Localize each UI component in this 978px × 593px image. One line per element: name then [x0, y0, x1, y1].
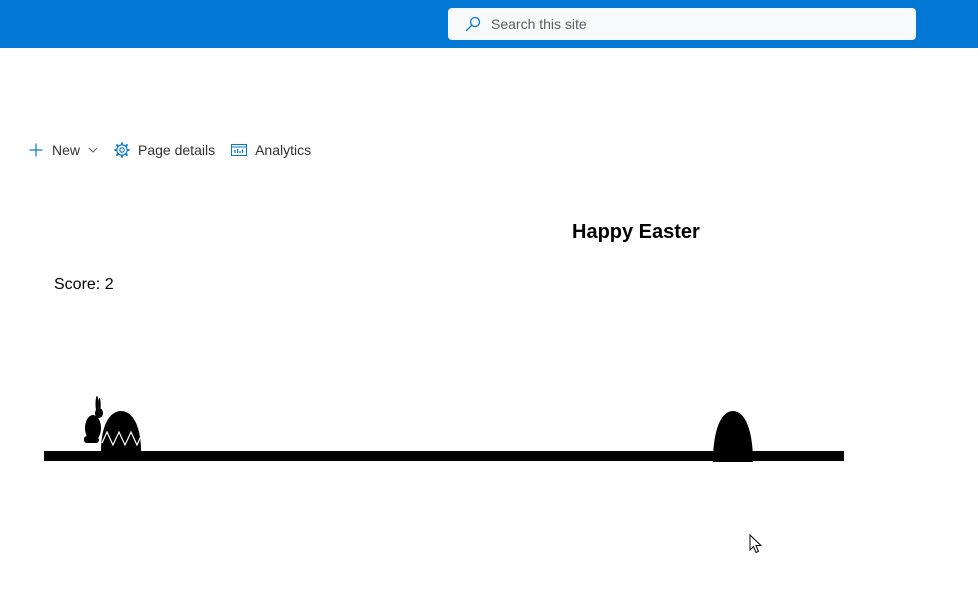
ground-line — [44, 451, 844, 461]
chevron-down-icon — [88, 145, 98, 155]
search-input[interactable] — [491, 9, 891, 39]
new-label: New — [52, 142, 81, 158]
cracked-egg — [101, 411, 142, 451]
command-bar: New Page details Analytics — [28, 138, 327, 162]
search-icon — [465, 16, 481, 32]
gear-icon — [114, 142, 130, 158]
score-display: Score: 2 — [54, 276, 114, 294]
plus-icon — [28, 142, 44, 158]
game-title: Happy Easter — [572, 221, 700, 243]
mouse-cursor-icon — [749, 534, 763, 554]
game-canvas[interactable] — [0, 0, 978, 593]
analytics-icon — [231, 142, 248, 158]
analytics-button[interactable]: Analytics — [231, 138, 311, 162]
analytics-label: Analytics — [255, 142, 312, 158]
search-box[interactable] — [448, 8, 916, 40]
page-details-label: Page details — [138, 142, 216, 158]
suite-bar — [0, 0, 978, 48]
page-details-button[interactable]: Page details — [114, 138, 215, 162]
bunny-player[interactable] — [84, 396, 103, 443]
score-label: Score: — [54, 276, 101, 293]
new-button[interactable]: New — [28, 138, 98, 162]
score-value: 2 — [104, 276, 114, 293]
egg-obstacle — [713, 411, 753, 462]
